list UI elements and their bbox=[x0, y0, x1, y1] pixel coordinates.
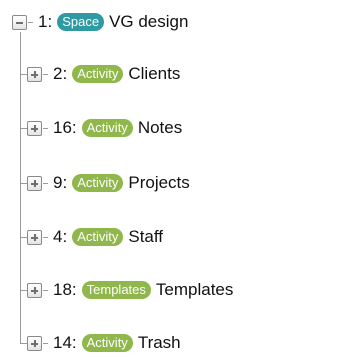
node-id: 14: bbox=[53, 333, 77, 352]
node-name: Trash bbox=[137, 333, 181, 352]
expand-toggle-icon[interactable] bbox=[27, 229, 42, 245]
activity-badge: Activity bbox=[72, 174, 124, 192]
node-id: 16: bbox=[53, 118, 77, 137]
tree-connector bbox=[43, 289, 48, 291]
tree-node-label[interactable]: 14: Activity Trash bbox=[53, 333, 181, 353]
tree-connector bbox=[43, 127, 48, 129]
expand-toggle-icon[interactable] bbox=[27, 66, 42, 82]
tree-connector bbox=[43, 342, 48, 344]
tree-connector bbox=[43, 73, 48, 75]
node-id: 2: bbox=[53, 64, 68, 83]
node-id: 1: bbox=[38, 12, 53, 31]
tree-node-label[interactable]: 9: Activity Projects bbox=[53, 173, 190, 193]
expand-toggle-icon[interactable] bbox=[27, 120, 42, 136]
templates-badge: Templates bbox=[81, 281, 151, 299]
node-name: Staff bbox=[128, 227, 164, 246]
tree-node-templates[interactable]: 18: Templates Templates bbox=[27, 278, 233, 302]
tree-node-notes[interactable]: 16: Activity Notes bbox=[27, 116, 182, 140]
node-name: Templates bbox=[155, 280, 234, 299]
node-id: 9: bbox=[53, 173, 68, 192]
tree-node-label[interactable]: 4: Activity Staff bbox=[53, 227, 163, 247]
tree-node-label[interactable]: 16: Activity Notes bbox=[53, 118, 182, 138]
expand-toggle-icon[interactable] bbox=[27, 335, 42, 351]
node-name: Notes bbox=[137, 118, 183, 137]
activity-badge: Activity bbox=[81, 119, 133, 137]
tree-connector bbox=[28, 21, 33, 23]
node-name: VG design bbox=[109, 12, 189, 31]
activity-badge: Activity bbox=[81, 334, 133, 352]
tree-node-clients[interactable]: 2: Activity Clients bbox=[27, 62, 180, 86]
node-id: 4: bbox=[53, 227, 68, 246]
tree-node-label[interactable]: 18: Templates Templates bbox=[53, 280, 233, 300]
tree-node-staff[interactable]: 4: Activity Staff bbox=[27, 225, 163, 249]
space-badge: Space bbox=[57, 13, 105, 31]
tree-connector bbox=[43, 182, 48, 184]
node-name: Projects bbox=[128, 173, 190, 192]
tree-node-label[interactable]: 2: Activity Clients bbox=[53, 64, 180, 84]
expand-toggle-icon[interactable] bbox=[27, 175, 42, 191]
node-id: 18: bbox=[53, 280, 77, 299]
tree-node-trash[interactable]: 14: Activity Trash bbox=[27, 331, 181, 355]
tree-connector-line bbox=[20, 32, 21, 344]
tree-node-root[interactable]: 1: Space VG design bbox=[12, 10, 188, 34]
expand-toggle-icon[interactable] bbox=[27, 282, 42, 298]
space-tree: 1: Space VG design 2: Activity Clients 1… bbox=[0, 0, 358, 357]
activity-badge: Activity bbox=[72, 65, 124, 83]
collapse-toggle-icon[interactable] bbox=[12, 14, 27, 30]
activity-badge: Activity bbox=[72, 228, 124, 246]
node-name: Clients bbox=[128, 64, 181, 83]
tree-node-projects[interactable]: 9: Activity Projects bbox=[27, 171, 190, 195]
tree-node-label[interactable]: 1: Space VG design bbox=[38, 12, 188, 32]
tree-connector bbox=[43, 236, 48, 238]
